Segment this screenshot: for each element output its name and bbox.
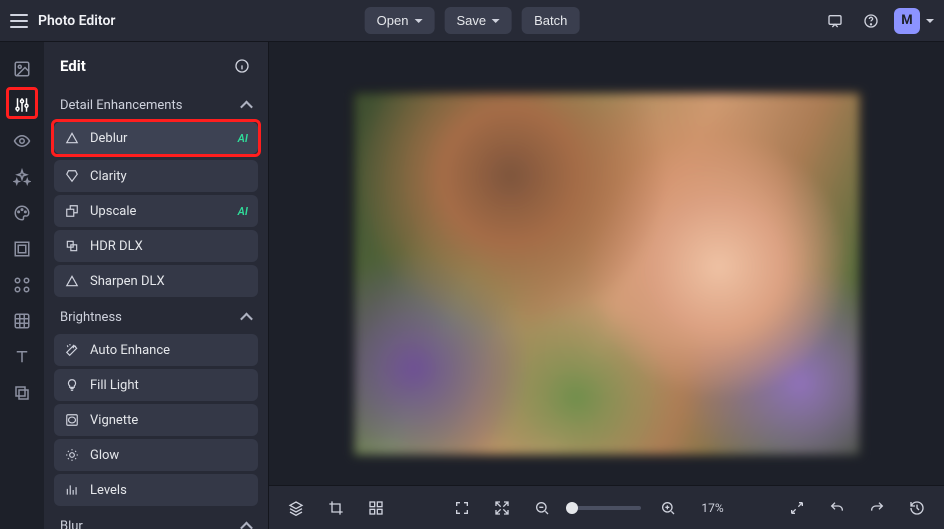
fit-screen-icon[interactable] [449,495,475,521]
tool-hdr-dlx[interactable]: HDR DLX [54,230,258,262]
wand-icon [64,342,80,358]
grid-icon[interactable] [363,495,389,521]
rail-layers-icon[interactable] [11,382,33,404]
history-icon[interactable] [904,495,930,521]
tool-deblur[interactable]: Deblur AI [54,122,258,154]
tool-vignette[interactable]: Vignette [54,404,258,436]
chevron-up-icon [242,313,252,323]
rail-texture-icon[interactable] [11,310,33,332]
rail-eye-icon[interactable] [11,130,33,152]
diamond-icon [64,168,80,184]
batch-button[interactable]: Batch [522,7,579,34]
tool-auto-enhance[interactable]: Auto Enhance [54,334,258,366]
tool-fill-light[interactable]: Fill Light [54,369,258,401]
triangle-icon [64,130,80,146]
zoom-percent: 17% [701,501,723,515]
rail-sparkle-icon[interactable] [11,166,33,188]
chevron-up-icon [242,522,252,529]
expand-icon[interactable] [489,495,515,521]
rail-frame-icon[interactable] [11,238,33,260]
compare-icon[interactable] [784,495,810,521]
chevron-down-icon[interactable] [926,19,934,23]
zoom-out-icon[interactable] [529,495,555,521]
tool-highlight-box: Deblur AI [51,119,261,157]
zoom-thumb[interactable] [566,502,578,514]
section-brightness-header[interactable]: Brightness [54,300,258,331]
canvas-footer: 17% [269,485,944,529]
tool-levels[interactable]: Levels [54,474,258,506]
canvas-stage[interactable] [269,42,944,485]
tool-glow[interactable]: Glow [54,439,258,471]
feedback-icon[interactable] [822,8,848,34]
undo-icon[interactable] [824,495,850,521]
panel-heading: Edit [60,57,86,75]
tool-clarity[interactable]: Clarity [54,160,258,192]
section-blur-header[interactable]: Blur [54,509,258,529]
chevron-down-icon [492,19,500,23]
tool-upscale[interactable]: Upscale AI [54,195,258,227]
edit-panel: Edit Detail Enhancements Deblur AI Clari [44,42,269,529]
zoom-in-icon[interactable] [655,495,681,521]
rail-image-icon[interactable] [11,58,33,80]
open-button[interactable]: Open [365,7,435,34]
hdr-icon [64,238,80,254]
help-icon[interactable] [858,8,884,34]
sun-icon [64,447,80,463]
rail-palette-icon[interactable] [11,202,33,224]
rail-text-icon[interactable] [11,346,33,368]
info-icon[interactable] [232,56,252,76]
ai-badge: AI [238,205,248,218]
layers-icon[interactable] [283,495,309,521]
triangle-icon [64,273,80,289]
ai-badge: AI [238,132,248,145]
menu-button[interactable] [10,14,28,28]
levels-icon [64,482,80,498]
zoom-slider[interactable] [569,506,641,510]
redo-icon[interactable] [864,495,890,521]
chevron-down-icon [414,19,422,23]
bulb-icon [64,377,80,393]
vignette-icon [64,412,80,428]
chevron-up-icon [242,101,252,111]
crop-icon[interactable] [323,495,349,521]
user-avatar[interactable]: M [894,8,920,34]
section-detail-header[interactable]: Detail Enhancements [54,88,258,119]
rail-elements-icon[interactable] [11,274,33,296]
tool-rail [0,42,44,529]
rail-adjust-icon[interactable] [11,94,33,116]
tool-sharpen-dlx[interactable]: Sharpen DLX [54,265,258,297]
save-button[interactable]: Save [444,7,512,34]
photo-preview [353,92,861,456]
upscale-icon [64,203,80,219]
app-title: Photo Editor [38,13,115,29]
